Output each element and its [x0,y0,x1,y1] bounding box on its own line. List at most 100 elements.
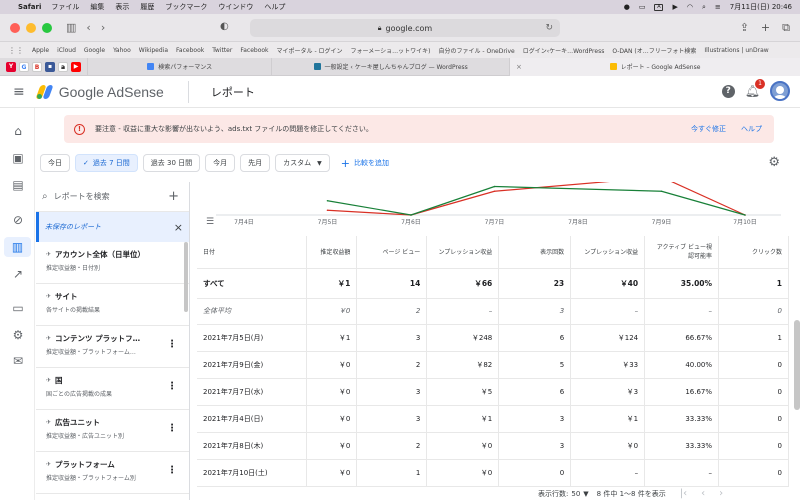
bookmark-item[interactable]: Facebook [176,47,204,54]
payments-icon[interactable]: ▭ [11,301,25,315]
wifi-icon[interactable]: ◠ [687,3,693,11]
main-menu-icon[interactable]: ≡ [13,84,25,100]
report-item-platforms[interactable]: ✈ プラットフォーム 推定収益額・プラットフォーム別 ⋮ [36,452,189,494]
minimize-window-button[interactable] [26,22,36,33]
menu-help[interactable]: ヘルプ [264,2,285,12]
close-window-button[interactable] [10,22,20,33]
menu-bookmarks[interactable]: ブックマーク [165,2,207,12]
rows-per-page-select[interactable]: 表示行数: 50 ▼ [538,489,589,499]
bookmark-item[interactable]: Twitter [212,47,232,54]
bookmark-item[interactable]: 自分のファイル - OneDrive [439,46,515,55]
add-comparison-button[interactable]: + 比較を追加 [341,157,389,170]
menu-file[interactable]: ファイル [51,2,79,12]
tab-wordpress-settings[interactable]: 一般設定 ‹ ケーキ屋しんちゃんブログ — WordPress [271,57,509,76]
chart-table-toggle-icon[interactable]: ☰ [206,217,214,227]
chip-this-month[interactable]: 今月 [205,154,236,172]
settings-icon[interactable]: ⚙ [11,328,25,342]
more-options-icon[interactable]: ⋮ [167,423,177,434]
amazon-favicon-icon[interactable]: a [58,61,68,72]
column-header-page-views[interactable]: ページ ビュー [356,236,428,269]
report-item-content-platform[interactable]: ✈ コンテンツ プラットフ… 推定収益額・プラットフォーム… ⋮ [36,326,189,368]
new-tab-icon[interactable]: + [761,21,770,35]
menu-history[interactable]: 履歴 [140,2,154,12]
blocking-controls-icon[interactable]: ⊘ [11,213,25,227]
report-item-ad-units[interactable]: ✈ 広告ユニット 推定収益額・広告ユニット別 ⋮ [36,410,189,452]
bookmark-item[interactable]: Google [84,47,105,54]
column-header-impression-rpm[interactable]: ンプレッション収益 [570,236,646,269]
tab-search-performance[interactable]: 検索パフォーマンス [87,57,271,76]
bookmark-item[interactable]: O-DAN (オ…フリーフォト検索 [612,46,696,55]
help-link[interactable]: ヘルプ [741,124,762,134]
bookmark-item[interactable]: Apple [32,47,49,54]
more-options-icon[interactable]: ⋮ [167,465,177,476]
column-header-page-rpm[interactable]: ンプレッション収益 [426,236,500,269]
menu-edit[interactable]: 編集 [90,2,104,12]
optimization-icon[interactable]: ↗ [11,267,25,281]
column-header-date[interactable]: 日付 [197,236,308,269]
tab-overview-icon[interactable]: ⧉ [782,21,790,35]
unsaved-report-item[interactable]: 未保存のレポート × [36,212,189,242]
control-center-icon[interactable]: ≡ [715,3,721,11]
site-favicon-icon[interactable]: ▪ [45,61,55,72]
report-item-country[interactable]: ✈ 国 国ごとの広告掲載の成果 ⋮ [36,368,189,410]
more-options-icon[interactable]: ⋮ [167,339,177,350]
tab-adsense-reports[interactable]: × レポート – Google AdSense [508,57,800,76]
next-page-icon[interactable]: › [719,488,723,499]
sites-icon[interactable]: ▤ [11,178,25,192]
report-search[interactable]: ⌕ レポートを検索 + [36,182,189,212]
main-scrollbar[interactable] [794,320,800,410]
notifications-button[interactable]: 🔔︎ 1 [745,79,765,98]
close-tab-icon[interactable]: × [516,63,522,71]
report-item-sites[interactable]: ✈ サイト 各サイトの掲載結果 [36,284,189,326]
camera-icon[interactable]: ● [624,3,630,11]
address-bar[interactable]: 🔒︎ google.com ↻ [250,19,560,37]
adsense-logo[interactable]: Google AdSense [35,84,164,100]
reports-icon[interactable]: ▥ [4,237,31,257]
first-page-icon[interactable]: |‹ [680,488,687,499]
column-header-clicks[interactable]: クリック数 [718,236,789,269]
bookmark-item[interactable]: ログイン‹ケーキ…WordPress [523,46,605,55]
bookmark-item[interactable]: Wikipedia [139,47,168,54]
previous-page-icon[interactable]: ‹ [701,488,705,499]
feedback-icon[interactable]: ✉ [11,354,25,368]
panel-scrollbar[interactable] [184,242,188,312]
chip-last-month[interactable]: 先月 [240,154,271,172]
bookmark-item[interactable]: マイポータル - ログイン [277,46,343,55]
report-settings-gear-icon[interactable]: ⚙ [768,155,780,170]
privacy-shield-icon[interactable]: ◐ [220,21,229,32]
chip-last-30-days[interactable]: 過去 30 日間 [142,154,201,172]
chip-custom-range[interactable]: カスタム ▼ [275,154,330,172]
sidebar-icon[interactable]: ▥ [66,21,76,34]
more-options-icon[interactable]: ⋮ [167,381,177,392]
column-header-impressions[interactable]: 表示回数 [498,236,572,269]
ads-icon[interactable]: ▣ [11,151,25,165]
menu-window[interactable]: ウインドウ [218,2,253,12]
bookmark-item[interactable]: iCloud [57,47,76,54]
menu-view[interactable]: 表示 [115,2,129,12]
chip-last-7-days[interactable]: ✓ 過去 7 日間 [75,154,138,172]
google-favicon-icon[interactable]: G [19,61,29,72]
fix-now-link[interactable]: 今すぐ修正 [691,124,726,134]
blog-favicon-icon[interactable]: B [32,61,42,72]
bookmark-item[interactable]: Yahoo [113,47,131,54]
bookmark-item[interactable]: フォーメーショ…ットワイキ) [351,46,431,55]
chip-today[interactable]: 今日 [40,154,70,172]
youtube-favicon-icon[interactable]: ▶ [71,61,81,72]
reload-icon[interactable]: ↻ [545,23,553,33]
account-avatar[interactable] [770,81,790,101]
favorites-grid-icon[interactable]: ⋮⋮ [8,46,24,55]
play-icon[interactable]: ▶ [672,3,677,11]
add-report-icon[interactable]: + [168,189,179,204]
menu-clock[interactable]: 7月11日(日) 20:46 [730,2,792,12]
zoom-window-button[interactable] [42,22,52,33]
search-icon[interactable]: ⌕ [702,3,706,12]
column-header-earnings[interactable]: 推定収益額 [306,236,358,269]
yahoo-favicon-icon[interactable]: Y [6,61,16,72]
input-method-icon[interactable]: A [654,3,664,11]
cast-icon[interactable]: ▭ [639,3,646,11]
forward-icon[interactable]: › [101,21,105,34]
report-item-account[interactable]: ✈ アカウント全体（日単位） 推定収益額・日付別 [36,242,189,284]
bookmark-item[interactable]: Illustrations | unDraw [704,47,768,54]
menu-app-name[interactable]: Safari [18,3,41,11]
back-icon[interactable]: ‹ [86,21,90,34]
